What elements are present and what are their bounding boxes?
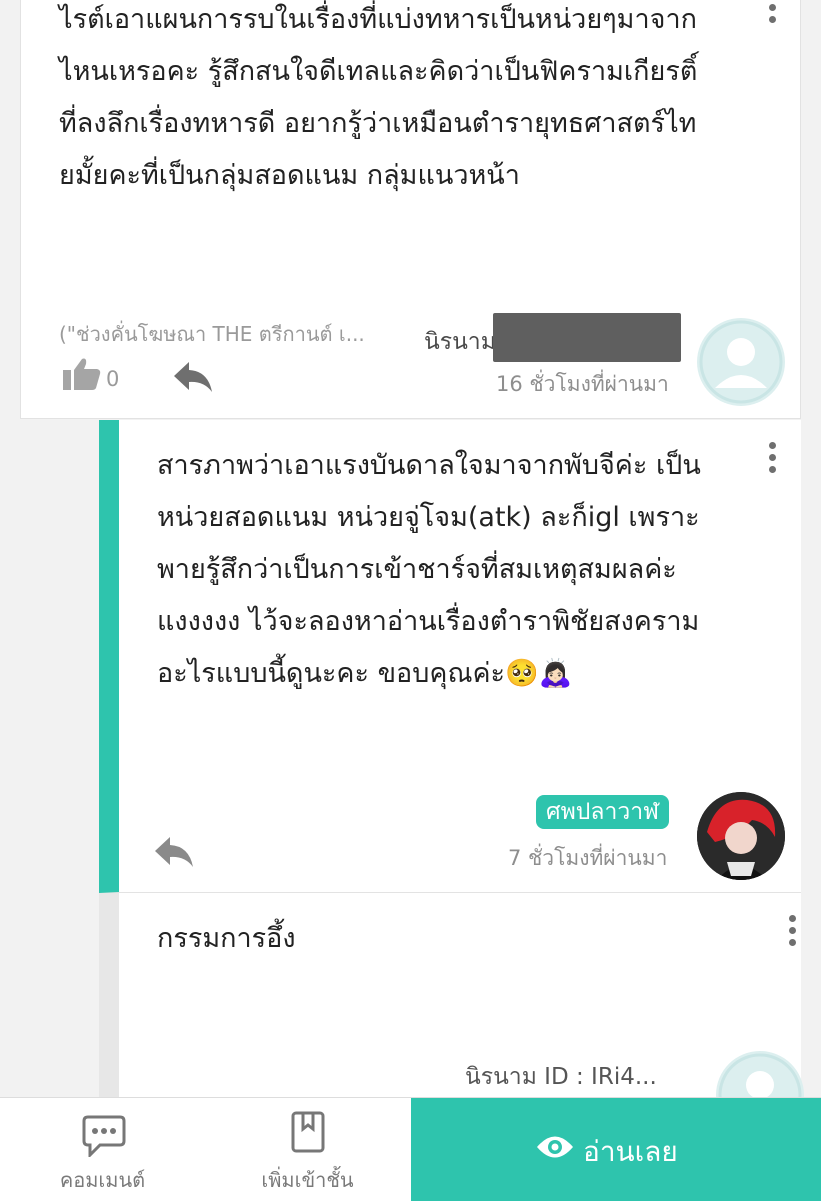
read-now-button[interactable]: อ่านเลย [411, 1098, 821, 1201]
more-vertical-icon[interactable] [769, 4, 777, 28]
add-to-shelf-label: เพิ่มเข้าชั้น [261, 1168, 354, 1192]
comment-author: นิรนาม ID : IRi4... [465, 1064, 657, 1090]
avatar[interactable] [697, 792, 785, 880]
user-avatar-icon [699, 320, 783, 404]
bottom-action-bar: คอมเมนต์ เพิ่มเข้าชั้น อ่านเลย [0, 1097, 821, 1201]
add-to-shelf-button[interactable]: เพิ่มเข้าชั้น [205, 1098, 410, 1201]
reply-card: สารภาพว่าเอาแรงบันดาลใจมาจากพับจีค่ะ เป็… [99, 420, 801, 893]
read-now-label: อ่านเลย [583, 1135, 678, 1168]
bookmark-icon [291, 1111, 325, 1153]
reply-icon[interactable] [174, 362, 212, 398]
comment-author: นิรนาม [424, 329, 496, 355]
thumbs-up-icon[interactable] [63, 357, 101, 395]
author-badge[interactable]: ศพปลาวาฬ [536, 795, 669, 829]
comment-time: 7 ชั่วโมงที่ผ่านมา [508, 846, 668, 870]
comment-time: 16 ชั่วโมงที่ผ่านมา [496, 372, 669, 396]
reply-icon[interactable] [155, 837, 193, 873]
user-avatar-icon [697, 792, 785, 880]
quoted-chapter[interactable]: ("ช่วงคั่นโฆษณา THE ตรีกานต์ เ... [59, 318, 365, 350]
redacted-block [493, 313, 681, 362]
more-vertical-icon[interactable] [769, 442, 777, 478]
eye-icon [537, 1136, 573, 1158]
comment-label: คอมเมนต์ [59, 1168, 146, 1192]
comment-card: ไรต์เอาแผนการรบในเรื่องที่แบ่งทหารเป็นหน… [20, 0, 801, 419]
comment-button[interactable]: คอมเมนต์ [0, 1098, 205, 1201]
like-count: 0 [106, 367, 120, 391]
comment-text: ไรต์เอาแผนการรบในเรื่องที่แบ่งทหารเป็นหน… [59, 4, 698, 191]
avatar[interactable] [697, 318, 785, 406]
comment-icon [82, 1115, 126, 1157]
comment-card: กรรมการอึ้ง นิรนาม ID : IRi4... [99, 893, 804, 1139]
comment-text: สารภาพว่าเอาแรงบันดาลใจมาจากพับจีค่ะ เป็… [157, 450, 701, 689]
comment-text: กรรมการอึ้ง [157, 923, 296, 954]
more-vertical-icon[interactable] [789, 915, 797, 951]
